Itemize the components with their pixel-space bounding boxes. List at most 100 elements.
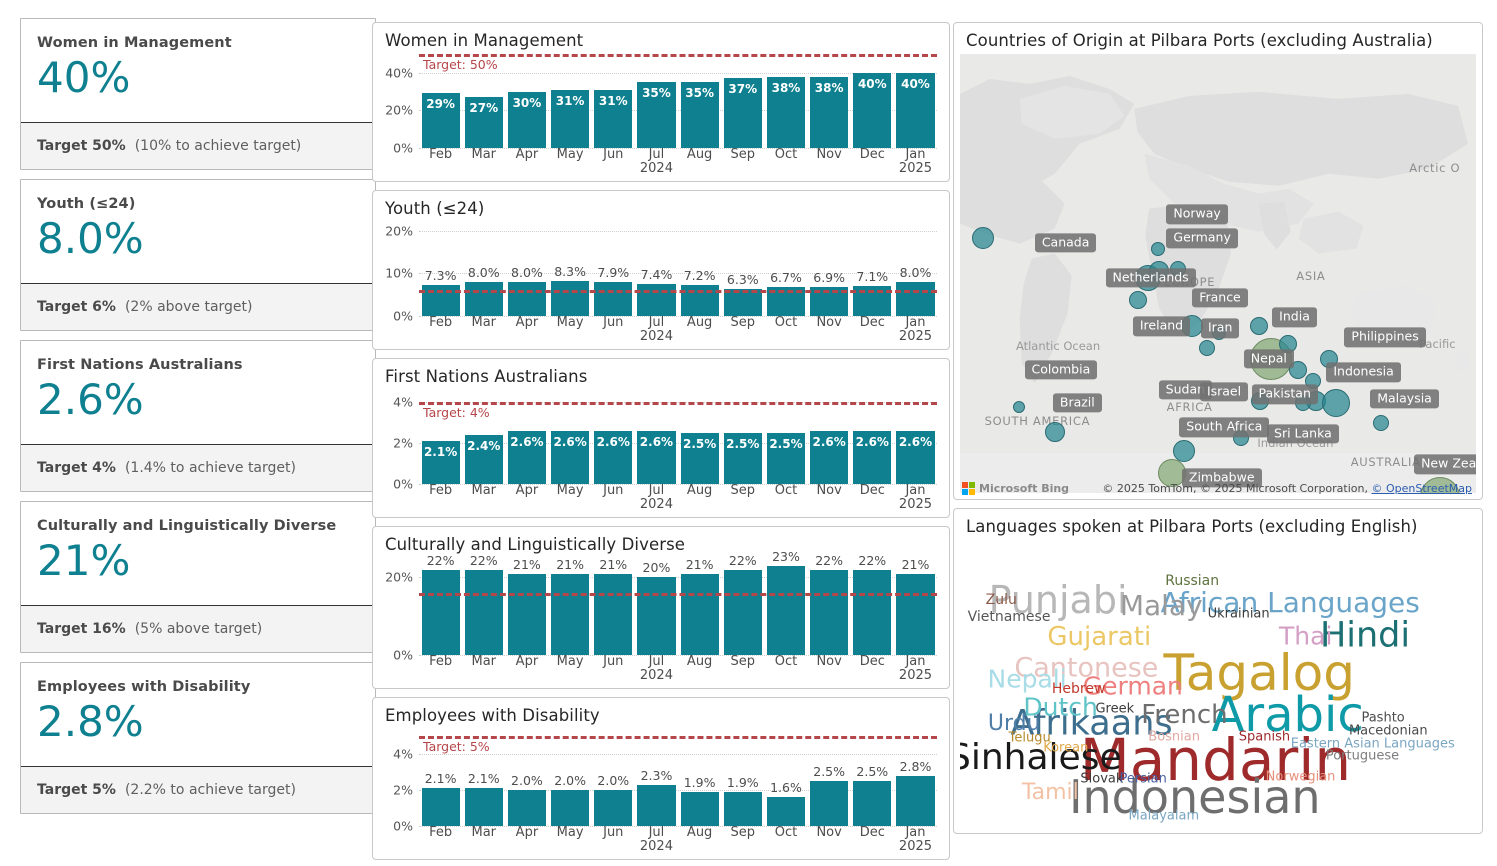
map-bubble[interactable] — [1198, 340, 1215, 357]
wordcloud-word[interactable]: Gujarati — [1047, 624, 1151, 650]
map-country-label[interactable]: Germany — [1166, 228, 1238, 249]
map-bubble[interactable] — [1321, 389, 1350, 417]
chart-panel[interactable]: Employees with Disability 0% 2% 4% 2.1% 2.1% 2… — [372, 697, 950, 860]
map-country-label[interactable]: Philippines — [1344, 327, 1426, 347]
bar[interactable]: 22% — [853, 553, 892, 655]
bar[interactable]: 29% — [421, 93, 460, 148]
bar[interactable]: 2.5% — [853, 764, 892, 826]
wordcloud-word[interactable]: Hebrew — [1052, 682, 1106, 696]
bar[interactable]: 21% — [594, 557, 633, 655]
bar-column[interactable]: 23% — [766, 549, 806, 655]
bar-column[interactable]: 22% — [464, 553, 503, 655]
bar[interactable]: 31% — [551, 89, 590, 148]
bar[interactable]: 2.0% — [507, 773, 547, 826]
map-bubble[interactable] — [1173, 440, 1196, 463]
bar-column[interactable]: 7.1% — [853, 222, 892, 316]
map-bubble[interactable] — [972, 227, 995, 250]
bar[interactable]: 2.6% — [853, 430, 892, 484]
map-country-label[interactable]: France — [1192, 287, 1248, 308]
bar[interactable]: 8.0% — [464, 265, 503, 316]
bar[interactable]: 1.9% — [723, 775, 762, 826]
map-bubble[interactable] — [1013, 401, 1026, 414]
map-bubble[interactable] — [1129, 290, 1148, 309]
bar-column[interactable]: 2.0% — [594, 729, 633, 826]
bar-column[interactable]: 1.9% — [723, 729, 762, 826]
map-country-label[interactable]: Netherlands — [1105, 268, 1196, 288]
chart-panel[interactable]: Youth (≤24) 0% 10% 20% 7.3% 8.0% 8.0% 8.3% 7.9% 7… — [372, 190, 950, 350]
bar-column[interactable]: 22% — [853, 553, 892, 655]
wordcloud-word[interactable]: Tamil — [1022, 782, 1079, 804]
kpi-card[interactable]: Women in Management 40% Target 50% (10% to … — [20, 18, 376, 170]
bar-column[interactable]: 7.9% — [594, 222, 633, 316]
bar-column[interactable]: 30% — [507, 54, 547, 148]
bar-column[interactable]: 7.4% — [637, 222, 676, 316]
wordcloud-panel[interactable]: Languages spoken at Pilbara Ports (exclu… — [953, 508, 1483, 834]
bar[interactable]: 2.6% — [551, 430, 590, 484]
bar[interactable]: 38% — [766, 76, 806, 148]
bar-column[interactable]: 31% — [551, 54, 590, 148]
bar[interactable]: 31% — [594, 89, 633, 148]
bar[interactable]: 21% — [551, 557, 590, 655]
map-country-label[interactable]: Norway — [1166, 204, 1228, 224]
bar[interactable]: 2.6% — [896, 430, 935, 484]
map-bubble[interactable] — [1150, 242, 1165, 257]
map-bubble[interactable] — [1045, 421, 1066, 442]
bar-column[interactable]: 2.8% — [896, 729, 935, 826]
map-bubble[interactable] — [1372, 414, 1389, 431]
bar[interactable]: 2.6% — [637, 430, 676, 484]
bar[interactable]: 8.0% — [896, 265, 935, 316]
bar-column[interactable]: 2.0% — [507, 729, 547, 826]
bar-column[interactable]: 8.0% — [896, 222, 935, 316]
wordcloud-word[interactable]: Malayalam — [1128, 810, 1199, 823]
world-map[interactable]: Atlantic OceanIndian OceanPacificArctic … — [960, 54, 1476, 493]
bar-column[interactable]: 6.7% — [766, 222, 806, 316]
bar[interactable]: 20% — [637, 560, 676, 655]
bar[interactable]: 22% — [810, 553, 849, 655]
wordcloud[interactable]: Mandarin Tagalog Indonesian Arabic Punjabi Si… — [960, 541, 1476, 829]
bar[interactable]: 1.6% — [766, 780, 806, 826]
bar-column[interactable]: 35% — [680, 54, 719, 148]
bar[interactable]: 2.0% — [551, 773, 590, 826]
bar-column[interactable]: 1.6% — [766, 729, 806, 826]
wordcloud-word[interactable]: French — [1141, 702, 1227, 728]
bar[interactable]: 27% — [464, 97, 503, 148]
bar[interactable]: 21% — [507, 557, 547, 655]
map-panel[interactable]: Countries of Origin at Pilbara Ports (ex… — [953, 22, 1483, 500]
bar-column[interactable]: 21% — [594, 557, 633, 655]
chart-panel[interactable]: Culturally and Linguistically Diverse 0% 2… — [372, 526, 950, 689]
bar[interactable]: 2.6% — [810, 430, 849, 484]
wordcloud-word[interactable]: Russian — [1165, 574, 1219, 588]
bar[interactable]: 2.5% — [766, 432, 806, 484]
bar[interactable]: 2.8% — [896, 759, 935, 826]
bar-column[interactable]: 38% — [766, 54, 806, 148]
wordcloud-word[interactable]: Norwegian — [1266, 771, 1336, 784]
wordcloud-word[interactable]: Malay — [1120, 591, 1203, 620]
bar-column[interactable]: 40% — [853, 54, 892, 148]
kpi-card[interactable]: Youth (≤24) 8.0% Target 6% (2% above target… — [20, 179, 376, 331]
wordcloud-word[interactable]: Greek — [1095, 703, 1134, 716]
bar-column[interactable]: 22% — [723, 553, 762, 655]
bar-column[interactable]: 7.2% — [680, 222, 719, 316]
bar[interactable]: 2.4% — [464, 434, 503, 484]
wordcloud-word[interactable]: Thai — [1279, 624, 1332, 649]
map-country-label[interactable]: Colombia — [1024, 360, 1098, 380]
bar-column[interactable]: 6.3% — [723, 222, 762, 316]
bar-column[interactable]: 37% — [723, 54, 762, 148]
map-country-label[interactable]: South Africa — [1179, 417, 1270, 437]
map-country-label[interactable]: Brazil — [1052, 393, 1102, 413]
map-country-label[interactable]: Sri Lanka — [1267, 424, 1339, 444]
bar[interactable]: 30% — [507, 91, 547, 148]
bar[interactable]: 8.0% — [507, 265, 547, 316]
bar[interactable]: 40% — [853, 72, 892, 148]
wordcloud-word[interactable]: Zulu — [986, 593, 1017, 607]
wordcloud-word[interactable]: Spanish — [1239, 730, 1290, 743]
bar[interactable]: 22% — [421, 553, 460, 655]
bar[interactable]: 8.3% — [551, 264, 590, 316]
bar-column[interactable]: 21% — [896, 557, 935, 655]
chart-panel[interactable]: Women in Management 0% 20% 40% 29% 27% 30% 31% 3… — [372, 22, 950, 182]
bar[interactable]: 38% — [810, 76, 849, 148]
bar[interactable]: 21% — [680, 557, 719, 655]
bar[interactable]: 1.9% — [680, 775, 719, 826]
openstreetmap-link[interactable]: © OpenStreetMap — [1371, 482, 1472, 495]
bar[interactable]: 2.5% — [810, 764, 849, 826]
